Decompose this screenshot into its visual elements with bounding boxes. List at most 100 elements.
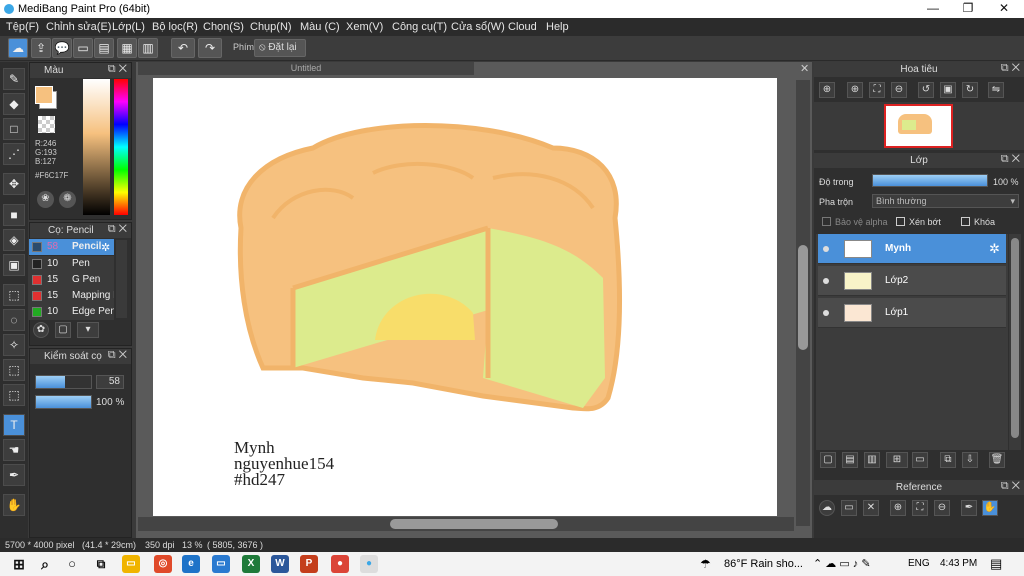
folder-icon[interactable]: ▭ xyxy=(912,452,928,468)
layer-item[interactable]: Lớp2 xyxy=(818,266,1006,296)
edge-icon[interactable]: e xyxy=(182,555,200,573)
menu-color[interactable]: Màu (C) xyxy=(300,21,340,33)
new-brush-icon[interactable]: ▢ xyxy=(55,322,71,338)
reset-button[interactable]: ⦸ Đặt lại xyxy=(254,39,306,57)
layer-scrollbar[interactable] xyxy=(1009,234,1021,450)
redo-icon[interactable]: ↷ xyxy=(198,38,222,58)
rotate-right-icon[interactable]: ↻ xyxy=(962,82,978,98)
palette-settings-icon[interactable]: ❁ xyxy=(59,191,76,208)
page-icon[interactable]: ▤ xyxy=(94,38,114,58)
hand-tool-icon[interactable]: ✋ xyxy=(3,494,25,516)
menu-view[interactable]: Xem(V) xyxy=(346,21,383,33)
brush-item[interactable]: 15 Mapping Pen xyxy=(29,288,114,304)
trash-icon[interactable]: 🗑 xyxy=(989,452,1005,468)
menu-cloud[interactable]: Cloud xyxy=(508,21,537,33)
zoom-out-icon[interactable]: ⊖ xyxy=(891,82,907,98)
duplicate-layer-icon[interactable]: ⧉ xyxy=(940,452,956,468)
eyedropper-icon[interactable]: ✒ xyxy=(3,464,25,486)
foreground-color-swatch[interactable] xyxy=(35,86,53,104)
layer-item[interactable]: Lớp1 xyxy=(818,298,1006,328)
brush-tool-icon[interactable]: ✎ xyxy=(3,68,25,90)
dot-tool-icon[interactable]: ⋰ xyxy=(3,143,25,165)
vertical-scrollbar[interactable] xyxy=(796,80,810,526)
zoom-in-icon[interactable]: ⊕ xyxy=(847,82,863,98)
add-brush-icon[interactable]: ✿ xyxy=(33,322,49,338)
minimize-button[interactable]: — xyxy=(915,0,951,18)
app-icon[interactable]: ◎ xyxy=(154,555,172,573)
layout-icon[interactable]: ▥ xyxy=(138,38,158,58)
blend-mode-select[interactable]: Bình thường ▾ xyxy=(872,194,1019,208)
lasso-icon[interactable]: ◌ xyxy=(3,309,25,331)
gradient-tool-icon[interactable]: ▣ xyxy=(3,254,25,276)
tray-icons[interactable]: ⌃ ☁ ▭ ♪ ✎ xyxy=(813,557,871,570)
panel-close-icon[interactable]: ⧉ ✕ xyxy=(1001,62,1020,75)
panel-close-icon[interactable]: ⧉ ✕ xyxy=(108,63,127,76)
menu-filter[interactable]: Bộ lọc(R) xyxy=(152,21,198,33)
hand-icon[interactable]: ✋ xyxy=(982,500,998,516)
transparent-swatch[interactable] xyxy=(38,116,55,133)
palette-icon[interactable]: ❀ xyxy=(37,191,54,208)
chrome-icon[interactable]: ● xyxy=(331,555,349,573)
fill-rect-tool-icon[interactable]: ■ xyxy=(3,204,25,226)
brush-opacity-slider[interactable] xyxy=(35,395,92,409)
menu-layer[interactable]: Lớp(L) xyxy=(112,21,145,33)
zoom-out-icon[interactable]: ⊖ xyxy=(934,500,950,516)
magic-wand-icon[interactable]: ✧ xyxy=(3,334,25,356)
open-folder-icon[interactable]: ▭ xyxy=(841,500,857,516)
new-8bit-layer-icon[interactable]: ▥ xyxy=(864,452,880,468)
grid-icon[interactable]: ▦ xyxy=(117,38,137,58)
add-layer-menu-icon[interactable]: ⊞ xyxy=(886,452,908,468)
menu-capture[interactable]: Chụp(N) xyxy=(250,21,292,33)
clock[interactable]: 4:43 PM xyxy=(940,558,977,569)
brush-size-slider[interactable] xyxy=(35,375,92,389)
vertical-scroll-thumb[interactable] xyxy=(798,245,808,350)
comment-icon[interactable]: ▭ xyxy=(73,38,93,58)
panel-close-icon[interactable]: ⧉ ✕ xyxy=(1001,480,1020,493)
visibility-icon[interactable] xyxy=(823,278,829,284)
drawing-canvas[interactable]: Mynh nguyenhue154 #hd247 xyxy=(153,78,777,516)
monitor-icon[interactable]: ▭ xyxy=(212,555,230,573)
text-tool-icon[interactable]: T xyxy=(3,414,25,436)
word-icon[interactable]: W xyxy=(271,555,289,573)
weather-text[interactable]: 86°F Rain sho... xyxy=(724,558,803,570)
rectangle-tool-icon[interactable]: □ xyxy=(3,118,25,140)
brush-size-value[interactable]: 58 xyxy=(96,375,124,389)
zoom-in-icon[interactable]: ⊕ xyxy=(819,82,835,98)
cloud-reference-icon[interactable]: ☁ xyxy=(819,500,835,516)
layer-opacity-slider[interactable] xyxy=(872,174,988,187)
excel-icon[interactable]: X xyxy=(242,555,260,573)
new-layer-icon[interactable]: ▢ xyxy=(820,452,836,468)
canvas-close-icon[interactable]: ✕ xyxy=(800,62,809,75)
windows-start-icon[interactable]: ⊞ xyxy=(10,555,28,573)
visibility-icon[interactable] xyxy=(823,246,829,252)
menu-file[interactable]: Tệp(F) xyxy=(6,21,39,33)
share-icon[interactable]: ⇪ xyxy=(31,38,51,58)
menu-select[interactable]: Chọn(S) xyxy=(203,21,244,33)
clipping-checkbox[interactable] xyxy=(896,217,905,226)
panel-close-icon[interactable]: ⧉ ✕ xyxy=(1001,153,1020,166)
layer-settings-gear-icon[interactable]: ✲ xyxy=(989,241,1000,257)
brush-settings-gear-icon[interactable]: ✲ xyxy=(101,241,110,254)
language-indicator[interactable]: ENG xyxy=(908,558,930,569)
fit-icon[interactable]: ⛶ xyxy=(869,82,885,98)
cortana-icon[interactable]: ○ xyxy=(63,555,81,573)
menu-tools[interactable]: Công cụ(T) xyxy=(392,21,447,33)
visibility-icon[interactable] xyxy=(823,310,829,316)
bucket-tool-icon[interactable]: ◈ xyxy=(3,229,25,251)
protect-alpha-checkbox[interactable] xyxy=(822,217,831,226)
brush-item[interactable]: 10 Edge Pen xyxy=(29,304,114,320)
menu-window[interactable]: Cửa sổ(W) xyxy=(451,21,505,33)
select-rect-icon[interactable]: ⬚ xyxy=(3,284,25,306)
brush-item[interactable]: 15 G Pen xyxy=(29,272,114,288)
task-view-icon[interactable]: ⧉ xyxy=(92,555,110,573)
brush-item[interactable]: 10 Pen xyxy=(29,256,114,272)
undo-icon[interactable]: ↶ xyxy=(171,38,195,58)
search-icon[interactable]: ⌕ xyxy=(36,555,54,573)
zoom-in-icon[interactable]: ⊕ xyxy=(890,500,906,516)
panel-close-icon[interactable]: ⧉ ✕ xyxy=(108,349,127,362)
menu-help[interactable]: Help xyxy=(546,21,569,33)
brush-list-scrollbar[interactable] xyxy=(116,240,127,318)
select-pen-icon[interactable]: ⬚ xyxy=(3,359,25,381)
fullscreen-icon[interactable]: ▣ xyxy=(940,82,956,98)
lock-checkbox[interactable] xyxy=(961,217,970,226)
